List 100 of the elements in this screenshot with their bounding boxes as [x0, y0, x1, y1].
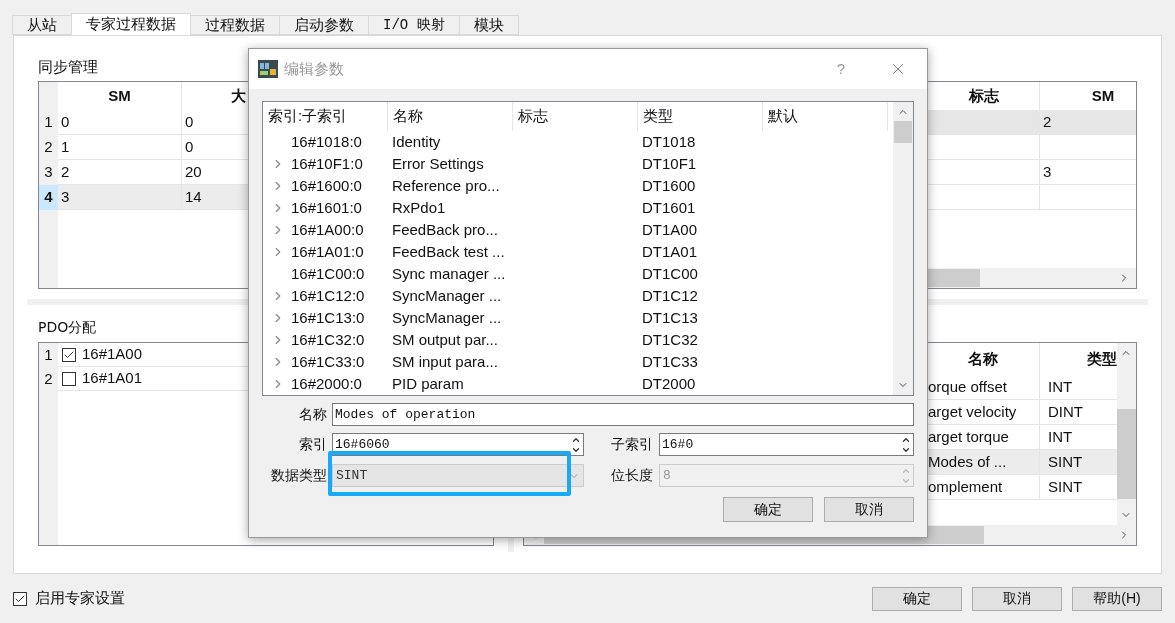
tree-cell-text: SM output par... [391, 329, 499, 350]
tree-row[interactable]: 16#1C13:0 SyncManager ... DT1C13 [263, 307, 893, 329]
tree-cell-text: DT10F1 [641, 153, 697, 174]
field-label: 索引 [298, 435, 327, 454]
tree-row[interactable]: 16#1C32:0 SM output par... DT1C32 [263, 329, 893, 351]
tree-cell-text: Reference pro... [391, 175, 501, 196]
table-cell: 1 [58, 135, 182, 160]
tree-row[interactable]: 16#10F1:0 Error Settings DT10F1 [263, 153, 893, 175]
dialog-button[interactable]: 确定 [872, 586, 962, 611]
row-number[interactable]: 1 [39, 343, 58, 367]
tree-row[interactable]: 16#1600:0 Reference pro... DT1600 [263, 175, 893, 197]
tree-cell-text: DT1C12 [641, 285, 698, 306]
tree-row[interactable]: 16#2000:0 PID param DT2000 [263, 373, 893, 395]
tree-row[interactable]: 16#1A01:0 FeedBack test ... DT1A01 [263, 241, 893, 263]
tree-cell-text: Error Settings [391, 153, 485, 174]
column-header[interactable]: 标志 [513, 102, 638, 131]
tree-cell-text: 16#1A01:0 [291, 241, 365, 262]
pdo-label: 16#1A01 [82, 368, 143, 389]
section-title: 同步管理 [38, 57, 98, 77]
dialog-title: 编辑参数 [284, 58, 344, 79]
tree-row[interactable]: 16#1C33:0 SM input para... DT1C33 [263, 351, 893, 373]
dialog-button[interactable]: 取消 [824, 497, 914, 522]
table-cell: 14 [182, 185, 249, 210]
row-number[interactable]: 2 [39, 135, 58, 160]
tree-row[interactable]: 16#1A00:0 FeedBack pro... DT1A00 [263, 219, 893, 241]
checkbox-label[interactable]: 启用专家设置 [35, 587, 125, 610]
dialog-button[interactable]: 帮助(H) [1072, 586, 1162, 611]
subindex-field[interactable]: 16#0 [659, 433, 914, 456]
tree-cell-text: 16#1A00:0 [291, 219, 365, 240]
table-row-highlight[interactable]: 3 [928, 160, 1136, 185]
dialog-button[interactable]: 取消 [972, 586, 1062, 611]
tree-cell-text: DT1C32 [641, 329, 698, 350]
tab[interactable]: 从站 [12, 15, 72, 35]
column-header[interactable]: 默认 [763, 102, 888, 131]
tab[interactable]: 启动参数 [279, 15, 369, 35]
field-label: 子索引 [610, 435, 654, 454]
table-cell-text: SINT [1047, 451, 1084, 472]
tree-cell-text: Identity [391, 131, 442, 152]
column-header[interactable]: 大 [182, 82, 249, 110]
table-row-highlight[interactable]: 2 [928, 110, 1136, 135]
tree-cell-text: DT1C33 [641, 351, 698, 372]
table-cell-text: INT [1047, 426, 1074, 447]
table-cell-text: 2 [1042, 111, 1053, 132]
tree-cell-text: 16#1600:0 [291, 175, 363, 196]
tree-cell-text: 16#1C12:0 [291, 285, 366, 306]
field-label: 名称 [298, 405, 327, 424]
table-cell-text: 3 [1042, 161, 1053, 182]
dialog-button[interactable]: 确定 [723, 497, 813, 522]
tree-cell-text: 16#1C33:0 [291, 351, 366, 372]
tree-cell-text: DT1A00 [641, 219, 698, 240]
pdo-label: 16#1A00 [82, 344, 143, 365]
column-header[interactable]: 名称 [388, 102, 513, 131]
tree-cell-text: RxPdo1 [391, 197, 447, 218]
tree-cell-text: DT1C00 [641, 263, 698, 284]
tree-cell-text: DT1018 [641, 131, 696, 152]
tree-cell-text: FeedBack pro... [391, 219, 499, 240]
tree-row[interactable]: 16#1C00:0 Sync manager ... DT1C00 [263, 263, 893, 285]
tree-cell-text: 16#1018:0 [291, 131, 363, 152]
name-field[interactable]: Modes of operation [332, 403, 914, 426]
column-header[interactable]: 类型 [638, 102, 763, 131]
tree-cell-text: 16#1C32:0 [291, 329, 366, 350]
tree-cell-text: 16#1C13:0 [291, 307, 366, 328]
tree-row[interactable]: 16#1018:0 Identity DT1018 [263, 131, 893, 153]
tree-cell-text: 16#1C00:0 [291, 263, 366, 284]
tree-cell-text: SyncManager ... [391, 285, 503, 306]
tree-cell-text: DT1601 [641, 197, 696, 218]
table-cell-text: SINT [1047, 476, 1084, 497]
tree-cell-text: DT2000 [641, 373, 696, 394]
tree-cell-text: 16#2000:0 [291, 373, 363, 394]
tree-cell-text: Sync manager ... [391, 263, 507, 284]
tree-cell-text: SM input para... [391, 351, 499, 372]
row-number[interactable]: 1 [39, 110, 58, 135]
tree-cell-text: PID param [391, 373, 465, 394]
tab[interactable]: 过程数据 [190, 15, 280, 35]
table-row[interactable]: Modes of ... SINT [928, 450, 1117, 475]
tree-cell-text: FeedBack test ... [391, 241, 506, 262]
tab[interactable]: 模块 [458, 15, 519, 35]
tree-cell-text: 16#10F1:0 [291, 153, 364, 174]
column-header[interactable]: SM [58, 82, 182, 110]
table-cell: 0 [58, 110, 182, 135]
column-header[interactable]: 类型 [1040, 343, 1117, 375]
table-cell: 3 [58, 185, 182, 210]
tab[interactable]: 专家过程数据 [71, 13, 191, 35]
tree-cell-text: 16#1601:0 [291, 197, 363, 218]
tree-cell-text: DT1600 [641, 175, 696, 196]
tree-cell-text: DT1A01 [641, 241, 698, 262]
field-label: 数据类型 [270, 466, 327, 485]
table-cell-text: DINT [1047, 401, 1084, 422]
tree-cell-text: SyncManager ... [391, 307, 503, 328]
table-cell-text: INT [1047, 376, 1074, 397]
row-number[interactable]: 2 [39, 367, 58, 391]
tree-row[interactable]: 16#1601:0 RxPdo1 DT1601 [263, 197, 893, 219]
tree-row[interactable]: 16#1C12:0 SyncManager ... DT1C12 [263, 285, 893, 307]
row-number[interactable]: 4 [39, 185, 58, 210]
tab[interactable]: I/O 映射 [368, 15, 460, 35]
column-header[interactable]: 索引:子索引 [263, 102, 388, 131]
row-number[interactable]: 3 [39, 160, 58, 185]
column-header[interactable]: SM [1040, 82, 1136, 110]
section-title: PDO分配 [38, 318, 97, 337]
tree-cell-text: DT1C13 [641, 307, 698, 328]
